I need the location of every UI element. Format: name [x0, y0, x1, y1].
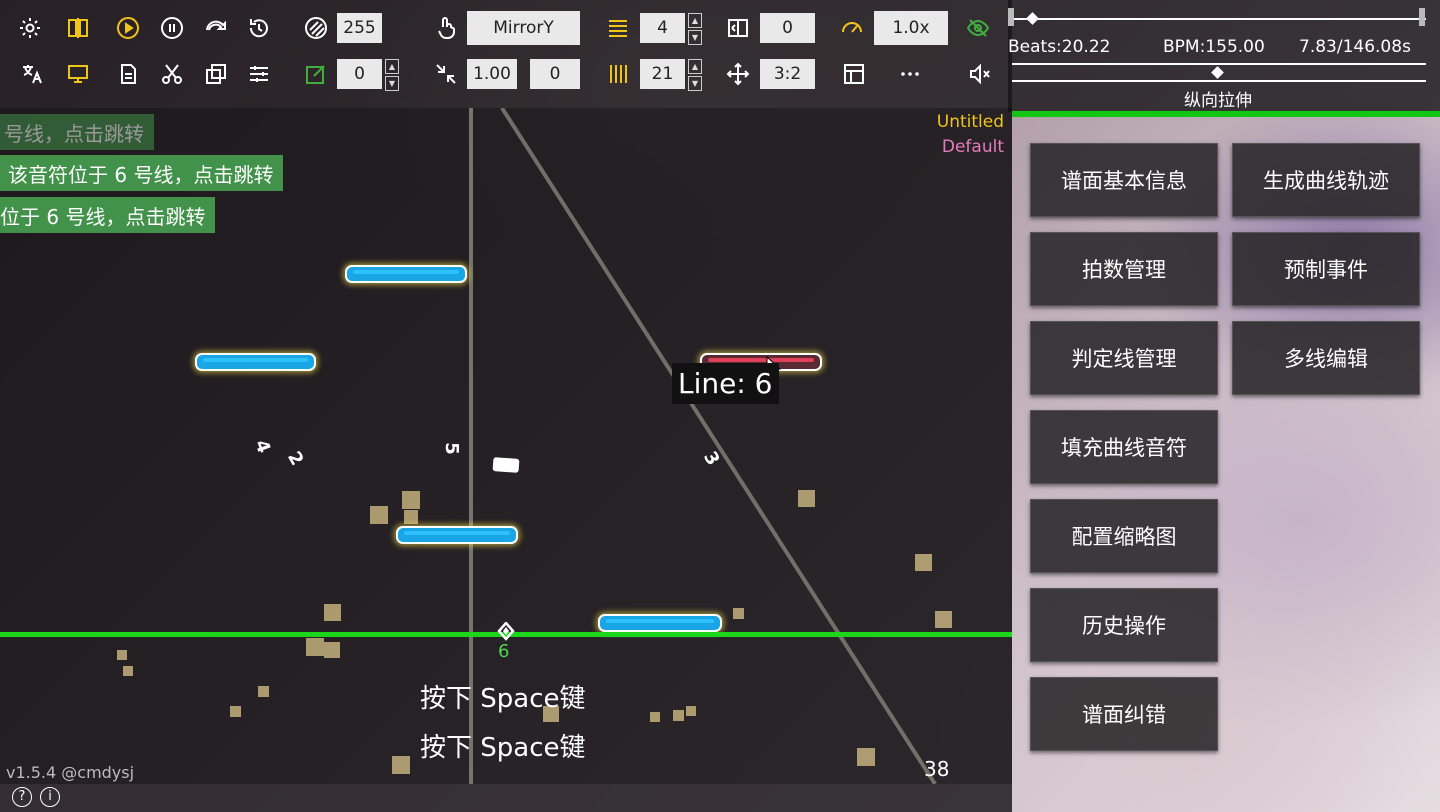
particle: [935, 611, 952, 628]
timeline-thumb[interactable]: [1026, 12, 1039, 25]
line-count-stepper[interactable]: ▲ ▼: [688, 13, 702, 45]
history-button[interactable]: 历史操作: [1030, 588, 1218, 662]
help-icon[interactable]: ?: [12, 787, 32, 807]
document-icon[interactable]: [114, 60, 142, 88]
bpm-readout: BPM:155.00: [1163, 37, 1265, 57]
touch-icon[interactable]: [432, 14, 460, 42]
layout-icon[interactable]: [840, 60, 868, 88]
translate-icon[interactable]: [18, 60, 46, 88]
move-icon[interactable]: [724, 60, 752, 88]
copy-icon[interactable]: [202, 60, 230, 88]
status-bar: ? i: [0, 784, 1012, 812]
generate-curve-button[interactable]: 生成曲线轨迹: [1232, 143, 1420, 217]
shrink-icon[interactable]: [432, 60, 460, 88]
edit-value-stepper[interactable]: ▲ ▼: [385, 59, 399, 91]
play-speed-value[interactable]: 1.0x: [874, 11, 948, 45]
particle: [650, 712, 660, 722]
particle: [117, 650, 127, 660]
subdivision-stepper[interactable]: ▲ ▼: [688, 59, 702, 91]
tap-note[interactable]: [598, 614, 722, 632]
info-icon[interactable]: i: [40, 787, 60, 807]
lines-icon[interactable]: [604, 14, 632, 42]
particle: [123, 666, 133, 676]
stretch-slider[interactable]: [1012, 80, 1426, 82]
pause-icon[interactable]: [158, 14, 186, 42]
offset-value[interactable]: 0: [760, 13, 815, 43]
replay-icon[interactable]: [245, 14, 273, 42]
version-label: v1.5.4 @cmdysj: [6, 763, 135, 782]
scale-value[interactable]: 1.00: [467, 59, 517, 89]
particle: [370, 506, 388, 524]
thumbnail-config-button[interactable]: 配置缩略图: [1030, 499, 1218, 573]
timeline-progress-bar: [1012, 111, 1440, 117]
particle: [733, 608, 744, 619]
judge-line-number: 6: [498, 641, 510, 662]
particle: [402, 491, 420, 509]
preset-events-button[interactable]: 预制事件: [1232, 232, 1420, 306]
compare-icon[interactable]: [724, 14, 752, 42]
edit-value[interactable]: 0: [337, 59, 382, 89]
line-marker: [492, 457, 520, 473]
particle: [392, 756, 410, 774]
tap-note[interactable]: [345, 265, 467, 283]
monitor-icon[interactable]: [64, 60, 92, 88]
particle: [324, 642, 340, 658]
subdivision-value[interactable]: 21: [640, 59, 685, 89]
mute-icon[interactable]: [966, 60, 994, 88]
time-readout: 7.83/146.08s: [1299, 37, 1411, 57]
combo-counter: 38: [924, 757, 950, 781]
edit-icon[interactable]: [302, 60, 330, 88]
chart-editor[interactable]: Untitled Default 号线，点击跳转 该音符位于 6 号线，点击跳转…: [0, 108, 1012, 784]
space-hint-1: 按下 Space键: [420, 684, 586, 714]
redo-icon[interactable]: [202, 14, 230, 42]
timeline-panel: Beats:20.22 BPM:155.00 7.83/146.08s 纵向拉伸: [1008, 0, 1440, 112]
stretch-label: 纵向拉伸: [1184, 91, 1252, 111]
disc-icon[interactable]: [302, 14, 330, 42]
timeline-start-handle[interactable]: [1008, 8, 1014, 26]
tap-note[interactable]: [195, 353, 316, 371]
timeline-slider[interactable]: [1012, 18, 1426, 20]
line-tooltip: Line: 6: [672, 363, 779, 404]
chart-info-button[interactable]: 谱面基本信息: [1030, 143, 1218, 217]
speedometer-icon[interactable]: [838, 14, 866, 42]
aspect-ratio-value[interactable]: 3:2: [760, 59, 815, 89]
beats-readout: Beats:20.22: [1008, 37, 1111, 57]
eye-off-icon[interactable]: [964, 14, 992, 42]
gear-icon[interactable]: [16, 14, 44, 42]
particle: [798, 490, 815, 507]
particle: [673, 710, 684, 721]
particle: [857, 748, 875, 766]
line-number-label: 5: [440, 442, 462, 455]
stretch-track-top: [1012, 63, 1426, 65]
toolbar: 255 MirrorY 4 ▲ ▼ 0 1.0x 0 ▲ ▼ 1.00 0 21…: [0, 0, 1012, 108]
speed-value[interactable]: 255: [337, 13, 382, 43]
judge-line-manager-button[interactable]: 判定线管理: [1030, 321, 1218, 395]
tap-note[interactable]: [396, 526, 518, 544]
particle: [324, 604, 341, 621]
play-icon[interactable]: [114, 14, 142, 42]
multi-line-edit-button[interactable]: 多线编辑: [1232, 321, 1420, 395]
columns-icon[interactable]: [604, 60, 632, 88]
stretch-thumb[interactable]: [1211, 66, 1224, 79]
particle: [230, 706, 241, 717]
scale-offset-value[interactable]: 0: [530, 59, 580, 89]
particle: [915, 554, 932, 571]
mirror-button[interactable]: MirrorY: [467, 11, 580, 45]
particle: [686, 706, 696, 716]
particle: [258, 686, 269, 697]
particle: [404, 510, 418, 524]
more-icon[interactable]: [896, 60, 924, 88]
timeline-end-handle[interactable]: [1419, 8, 1425, 26]
particle: [306, 638, 324, 656]
scissors-icon[interactable]: [158, 60, 186, 88]
chart-check-button[interactable]: 谱面纠错: [1030, 677, 1218, 751]
space-hint-2: 按下 Space键: [420, 733, 586, 763]
line-count-value[interactable]: 4: [640, 13, 685, 43]
split-view-icon[interactable]: [64, 14, 92, 42]
fill-curve-notes-button[interactable]: 填充曲线音符: [1030, 410, 1218, 484]
beat-manager-button[interactable]: 拍数管理: [1030, 232, 1218, 306]
sliders-icon[interactable]: [245, 60, 273, 88]
